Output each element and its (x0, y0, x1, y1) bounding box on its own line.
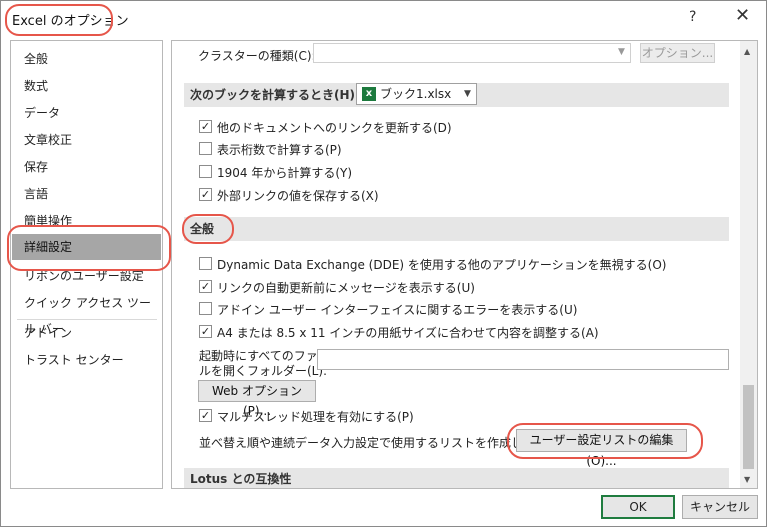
ignore-dde-label: Dynamic Data Exchange (DDE) を使用する他のアプリケー… (217, 258, 667, 272)
cluster-options-button[interactable]: オプション... (640, 43, 715, 63)
use-1904-date-checkbox[interactable] (199, 165, 212, 178)
calc-section-title: 次のブックを計算するとき(H): (190, 88, 360, 102)
excel-options-dialog: Excel のオプション ? ✕ 全般 数式 データ 文章校正 保存 言語 簡単… (0, 0, 767, 527)
close-icon[interactable]: ✕ (735, 7, 750, 25)
nav-item-customize-ribbon[interactable]: リボンのユーザー設定 (12, 263, 161, 289)
multithreading-label: マルチスレッド処理を有効にする(P) (217, 410, 414, 424)
general-section-header: 全般 (184, 217, 729, 241)
sort-lists-label: 並べ替え順や連続データ入力設定で使用するリストを作成します: (199, 436, 552, 450)
save-external-link-values-label: 外部リンクの値を保存する(X) (217, 189, 379, 203)
scroll-up-icon[interactable]: ▲ (744, 47, 750, 56)
cluster-type-label: クラスターの種類(C): (198, 49, 316, 63)
lotus-section-title: Lotus との互換性 (190, 472, 292, 486)
web-options-button[interactable]: Web オプション(P)... (198, 380, 316, 418)
chevron-down-icon: ▼ (464, 89, 471, 99)
update-links-label: 他のドキュメントへのリンクを更新する(D) (217, 121, 452, 135)
chevron-down-icon: ▼ (618, 47, 625, 57)
show-addin-errors-label: アドイン ユーザー インターフェイスに関するエラーを表示する(U) (217, 303, 578, 317)
update-links-checkbox[interactable]: ✓ (199, 120, 212, 133)
ok-button[interactable]: OK (601, 495, 675, 519)
options-nav: 全般 数式 データ 文章校正 保存 言語 簡単操作 詳細設定 リボンのユーザー設… (10, 40, 163, 489)
nav-item-formulas[interactable]: 数式 (12, 73, 161, 99)
ask-update-links-checkbox[interactable]: ✓ (199, 280, 212, 293)
help-button[interactable]: ? (689, 9, 696, 25)
nav-item-save[interactable]: 保存 (12, 154, 161, 180)
dialog-title: Excel のオプション (12, 14, 129, 29)
nav-item-general[interactable]: 全般 (12, 46, 161, 72)
workbook-select[interactable]: x ブック1.xlsx ▼ (356, 83, 477, 105)
workbook-select-value: ブック1.xlsx (380, 87, 452, 101)
nav-item-quick-access-toolbar[interactable]: クイック アクセス ツール バー (12, 290, 161, 336)
nav-item-trust-center[interactable]: トラスト センター (12, 347, 161, 373)
nav-item-accessibility[interactable]: 簡単操作 (12, 208, 161, 234)
nav-item-proofing[interactable]: 文章校正 (12, 127, 161, 153)
save-external-link-values-checkbox[interactable]: ✓ (199, 188, 212, 201)
cancel-button[interactable]: キャンセル (682, 495, 758, 519)
precision-as-displayed-checkbox[interactable] (199, 142, 212, 155)
scroll-down-icon[interactable]: ▼ (744, 475, 750, 484)
startup-folder-input[interactable] (317, 349, 729, 370)
scale-paper-size-checkbox[interactable]: ✓ (199, 325, 212, 338)
nav-item-advanced[interactable]: 詳細設定 (12, 234, 161, 260)
precision-as-displayed-label: 表示桁数で計算する(P) (217, 143, 342, 157)
use-1904-date-label: 1904 年から計算する(Y) (217, 166, 353, 180)
startup-folder-label-line2: ルを開くフォルダー(L): (199, 364, 328, 378)
lotus-section-header: Lotus との互換性 (184, 468, 729, 488)
edit-custom-lists-button[interactable]: ユーザー設定リストの編集(O)... (516, 429, 687, 468)
nav-item-language[interactable]: 言語 (12, 181, 161, 207)
scrollbar-thumb[interactable] (743, 385, 754, 469)
ask-update-links-label: リンクの自動更新前にメッセージを表示する(U) (217, 281, 475, 295)
general-section-title: 全般 (190, 222, 215, 236)
ignore-dde-checkbox[interactable] (199, 257, 212, 270)
nav-item-data[interactable]: データ (12, 100, 161, 126)
scale-paper-size-label: A4 または 8.5 x 11 インチの用紙サイズに合わせて内容を調整する(A) (217, 326, 599, 340)
multithreading-checkbox[interactable]: ✓ (199, 409, 212, 422)
show-addin-errors-checkbox[interactable] (199, 302, 212, 315)
cluster-type-select[interactable] (313, 43, 631, 63)
excel-file-icon: x (362, 87, 376, 101)
nav-item-addins[interactable]: アドイン (12, 320, 161, 346)
